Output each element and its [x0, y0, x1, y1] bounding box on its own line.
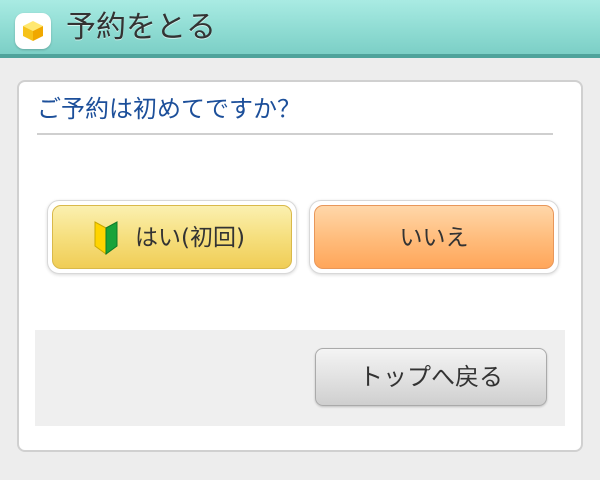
no-button-label: いいえ — [399, 225, 469, 251]
question-card: ご予約は初めてですか？ はい(初回) いいえ トップへ戻る — [17, 80, 583, 452]
yes-button-label: はい(初回) — [135, 225, 245, 251]
beginner-mark-icon — [94, 221, 118, 255]
no-button[interactable]: いいえ — [314, 205, 554, 269]
page-title: 予約をとる — [66, 10, 216, 45]
divider — [37, 133, 553, 135]
footer-panel: トップへ戻る — [35, 330, 565, 426]
app-header: 予約をとる — [0, 0, 600, 58]
question-heading: ご予約は初めてですか？ — [37, 95, 301, 123]
yes-button-frame: はい(初回) — [47, 200, 297, 274]
back-to-top-button[interactable]: トップへ戻る — [315, 348, 547, 406]
cube-icon — [15, 13, 51, 49]
no-button-frame: いいえ — [309, 200, 559, 274]
yes-first-time-button[interactable]: はい(初回) — [52, 205, 292, 269]
